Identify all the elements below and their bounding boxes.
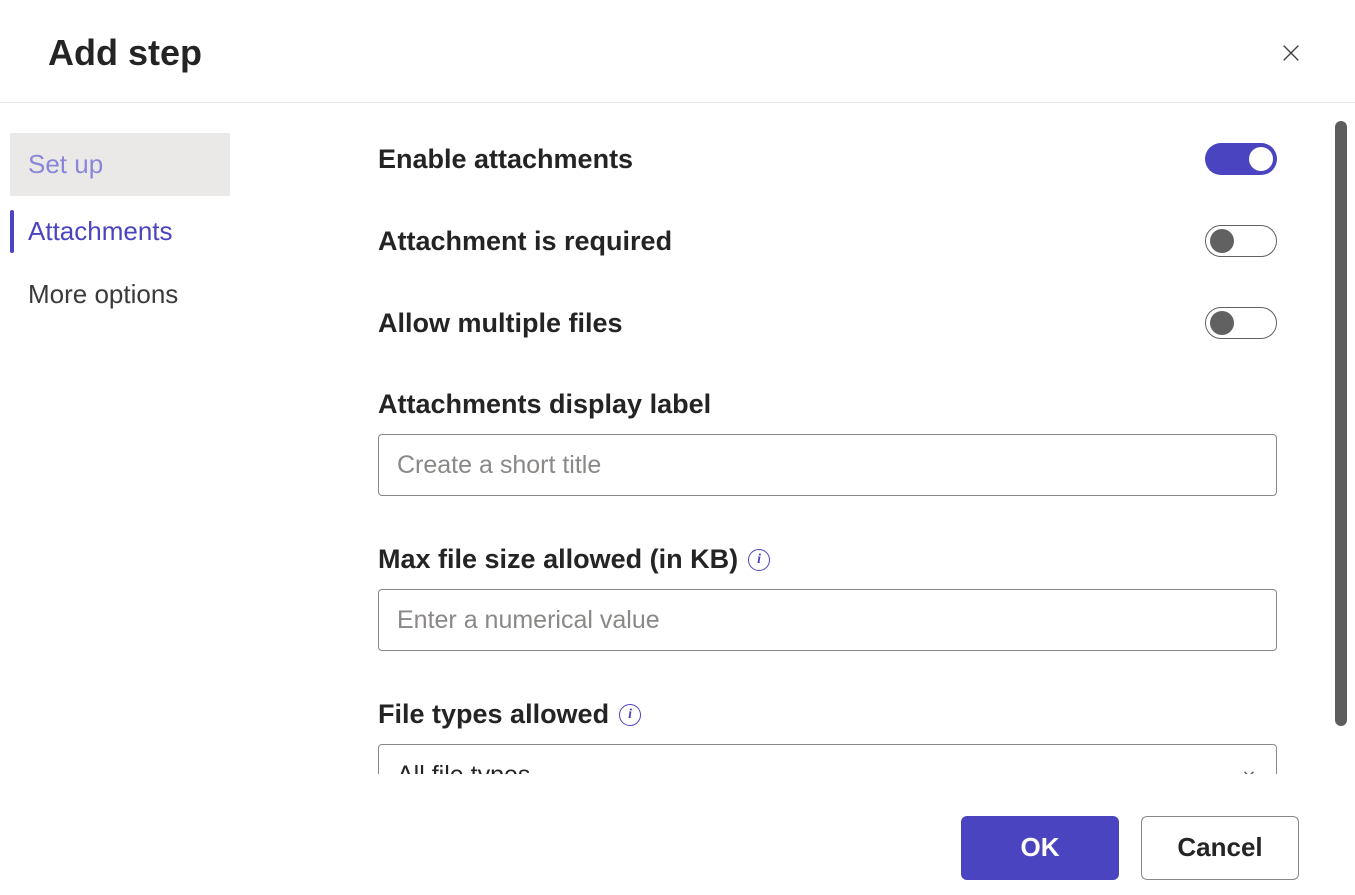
sidebar-item-more-options[interactable]: More options bbox=[10, 263, 230, 326]
close-icon bbox=[1280, 42, 1302, 64]
max-file-size-input[interactable] bbox=[378, 589, 1277, 651]
toggle-knob bbox=[1210, 311, 1234, 335]
toggle-row-allow-multiple: Allow multiple files bbox=[378, 307, 1277, 339]
toggle-attachment-required[interactable] bbox=[1205, 225, 1277, 257]
dialog-body: Set up Attachments More options Enable a… bbox=[0, 103, 1355, 791]
toggle-knob bbox=[1249, 147, 1273, 171]
toggle-label: Enable attachments bbox=[378, 144, 633, 175]
file-types-select[interactable]: All file types bbox=[378, 744, 1277, 774]
field-label-text: Attachments display label bbox=[378, 389, 711, 420]
sidebar-item-attachments[interactable]: Attachments bbox=[10, 200, 230, 263]
sidebar-item-label: Attachments bbox=[28, 216, 173, 246]
close-button[interactable] bbox=[1275, 37, 1307, 69]
sidebar-item-label: More options bbox=[28, 279, 178, 309]
button-label: Cancel bbox=[1177, 832, 1262, 863]
toggle-label: Allow multiple files bbox=[378, 308, 623, 339]
dialog-footer: OK Cancel bbox=[0, 800, 1355, 895]
toggle-enable-attachments[interactable] bbox=[1205, 143, 1277, 175]
ok-button[interactable]: OK bbox=[961, 816, 1119, 880]
field-label-text: File types allowed bbox=[378, 699, 609, 730]
main-panel: Enable attachments Attachment is require… bbox=[240, 103, 1355, 791]
info-icon[interactable]: i bbox=[748, 549, 770, 571]
toggle-label: Attachment is required bbox=[378, 226, 672, 257]
field-label-max-size: Max file size allowed (in KB) i bbox=[378, 544, 1277, 575]
dialog-title: Add step bbox=[48, 32, 202, 74]
sidebar-item-label: Set up bbox=[28, 149, 103, 179]
field-label-display-label: Attachments display label bbox=[378, 389, 1277, 420]
button-label: OK bbox=[1021, 832, 1060, 863]
sidebar: Set up Attachments More options bbox=[0, 103, 240, 791]
dialog-header: Add step bbox=[0, 0, 1355, 103]
chevron-down-icon bbox=[1240, 761, 1258, 775]
cancel-button[interactable]: Cancel bbox=[1141, 816, 1299, 880]
toggle-allow-multiple-files[interactable] bbox=[1205, 307, 1277, 339]
toggle-row-attachment-required: Attachment is required bbox=[378, 225, 1277, 257]
scrollbar-thumb[interactable] bbox=[1335, 121, 1347, 726]
info-icon[interactable]: i bbox=[619, 704, 641, 726]
toggle-row-enable-attachments: Enable attachments bbox=[378, 143, 1277, 175]
cutoff-region: All file types bbox=[378, 744, 1277, 774]
field-label-text: Max file size allowed (in KB) bbox=[378, 544, 738, 575]
display-label-input[interactable] bbox=[378, 434, 1277, 496]
sidebar-item-set-up[interactable]: Set up bbox=[10, 133, 230, 196]
field-label-file-types: File types allowed i bbox=[378, 699, 1277, 730]
main-scroll-area: Enable attachments Attachment is require… bbox=[378, 143, 1307, 791]
select-value: All file types bbox=[397, 761, 530, 775]
toggle-knob bbox=[1210, 229, 1234, 253]
